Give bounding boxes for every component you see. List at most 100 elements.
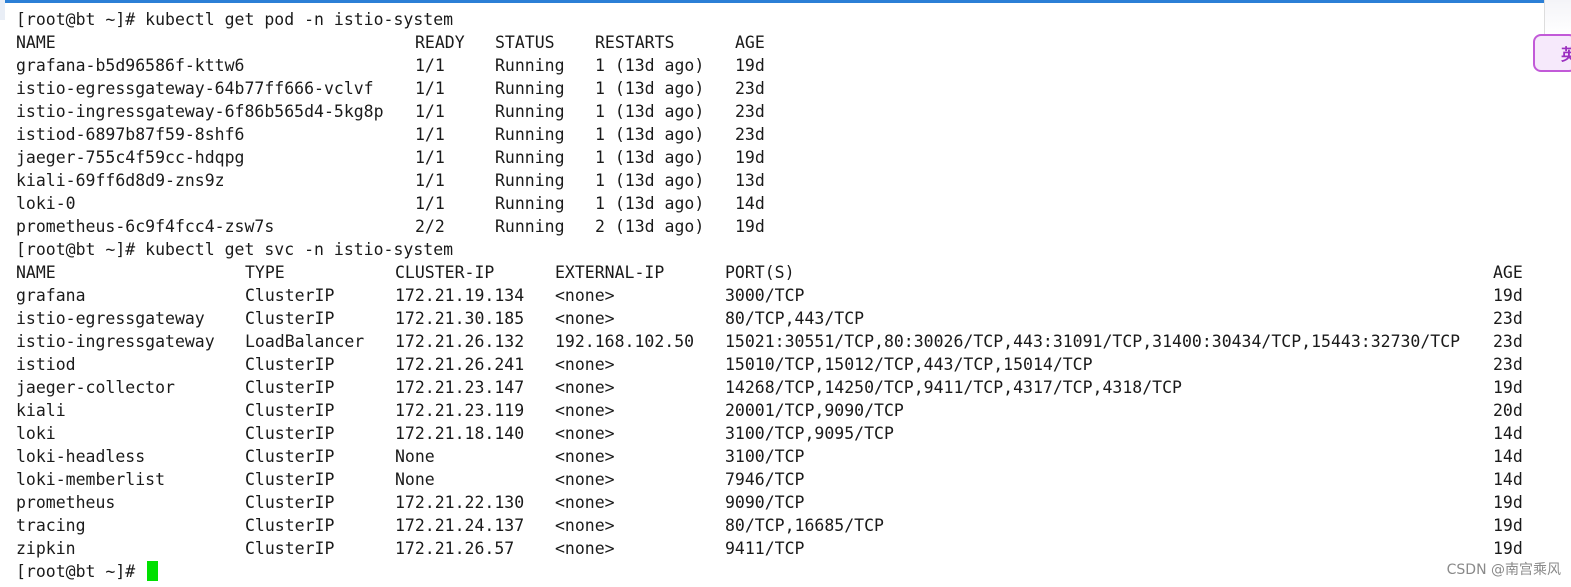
svc-cell-cip: 172.21.19.134 xyxy=(395,286,525,305)
pod-row: istio-ingressgateway-6f86b565d4-5kg8p 1/1… xyxy=(16,100,1571,123)
pod-cell-name: istiod-6897b87f59-8shf6 xyxy=(16,125,245,144)
pod-cell-restarts: 1 (13d ago) xyxy=(595,102,705,121)
svc-cell-cip: None xyxy=(395,447,435,466)
svc-cell-cip: 172.21.26.241 xyxy=(395,355,525,374)
svc-cell-name: loki-headless xyxy=(16,447,146,466)
svc-cell-eip: <none> xyxy=(555,516,615,535)
svc-cell-cip: 172.21.30.185 xyxy=(395,309,525,328)
ime-indicator[interactable]: 英 xyxy=(1533,34,1571,72)
terminal-output[interactable]: [root@bt ~]# kubectl get pod -n istio-sy… xyxy=(16,8,1571,583)
pod-cell-status: Running xyxy=(495,171,565,190)
pod-cell-age: 14d xyxy=(735,194,765,213)
pod-cell-restarts: 1 (13d ago) xyxy=(595,56,705,75)
svc-cell-ports: 3100/TCP xyxy=(725,447,805,466)
svc-cell-ports: 3100/TCP,9095/TCP xyxy=(725,424,894,443)
svc-cell-name: loki xyxy=(16,424,56,443)
svc-cell-ports: 15021:30551/TCP,80:30026/TCP,443:31091/T… xyxy=(725,332,1461,351)
pod-table-body: grafana-b5d96586f-kttw6 1/1 Running 1 (13d … xyxy=(16,54,1571,238)
svc-cell-eip: <none> xyxy=(555,539,615,558)
svc-cell-type: ClusterIP xyxy=(245,355,335,374)
svc-cell-cip: 172.21.23.147 xyxy=(395,378,525,397)
svc-cell-eip: <none> xyxy=(555,424,615,443)
svc-cell-name: loki-memberlist xyxy=(16,470,166,489)
svc-row: loki ClusterIP 172.21.18.140 <none> 3100/TCP… xyxy=(16,422,1571,445)
svc-cell-ports: 9411/TCP xyxy=(725,539,805,558)
pod-cell-status: Running xyxy=(495,79,565,98)
svc-cell-type: ClusterIP xyxy=(245,309,335,328)
prompt-text: [root@bt ~]# xyxy=(16,562,146,581)
svc-cell-name: jaeger-collector xyxy=(16,378,175,397)
terminal-cursor[interactable] xyxy=(147,561,159,581)
svc-table-header: NAME TYPE CLUSTER-IP EXTERNAL-IP PORT(S)… xyxy=(16,261,1571,284)
pod-cell-status: Running xyxy=(495,194,565,213)
pod-cell-ready: 1/1 xyxy=(415,148,445,167)
svc-cell-age: 19d xyxy=(1493,286,1523,305)
svc-cell-eip: <none> xyxy=(555,378,615,397)
pod-row: jaeger-755c4f59cc-hdqpg 1/1 Running 1 (13d … xyxy=(16,146,1571,169)
svc-cell-type: ClusterIP xyxy=(245,447,335,466)
svc-cell-type: ClusterIP xyxy=(245,286,335,305)
svc-cell-type: ClusterIP xyxy=(245,539,335,558)
svc-row: istiod ClusterIP 172.21.26.241 <none> 15010/… xyxy=(16,353,1571,376)
svc-cell-cip: 172.21.26.132 xyxy=(395,332,525,351)
svc-cell-ports: 9090/TCP xyxy=(725,493,805,512)
svc-cell-type: ClusterIP xyxy=(245,470,335,489)
svc-row: zipkin ClusterIP 172.21.26.57 <none> 9411/TC… xyxy=(16,537,1571,560)
svc-cell-cip: 172.21.26.57 xyxy=(395,539,515,558)
pod-cell-ready: 1/1 xyxy=(415,102,445,121)
svc-row: istio-egressgateway ClusterIP 172.21.30.18… xyxy=(16,307,1571,330)
active-prompt-line[interactable]: [root@bt ~]# xyxy=(16,560,1571,583)
pod-cell-status: Running xyxy=(495,217,565,236)
svc-cell-age: 19d xyxy=(1493,539,1523,558)
pod-col-restarts: RESTARTS xyxy=(595,33,675,52)
pod-row: istio-egressgateway-64b77ff666-vclvf 1/1 R… xyxy=(16,77,1571,100)
pod-cell-age: 19d xyxy=(735,148,765,167)
svc-cell-age: 14d xyxy=(1493,447,1523,466)
svc-cell-name: istio-egressgateway xyxy=(16,309,205,328)
svc-row: istio-ingressgateway LoadBalancer 172.21.2… xyxy=(16,330,1571,353)
pod-table-header: NAME READY STATUS RESTARTS AGE xyxy=(16,31,1571,54)
svc-col-type: TYPE xyxy=(245,263,285,282)
pod-col-name: NAME xyxy=(16,33,56,52)
svc-cell-eip: <none> xyxy=(555,401,615,420)
svc-row: prometheus ClusterIP 172.21.22.130 <none> 90… xyxy=(16,491,1571,514)
svc-cell-ports: 14268/TCP,14250/TCP,9411/TCP,4317/TCP,43… xyxy=(725,378,1182,397)
svc-cell-name: kiali xyxy=(16,401,66,420)
pod-cell-ready: 1/1 xyxy=(415,194,445,213)
svc-cell-eip: <none> xyxy=(555,355,615,374)
svc-cell-age: 23d xyxy=(1493,332,1523,351)
window-top-border xyxy=(0,0,1571,3)
svc-cell-cip: 172.21.23.119 xyxy=(395,401,525,420)
svc-cell-cip: None xyxy=(395,470,435,489)
svc-row: loki-memberlist ClusterIP None <none> 7946/T… xyxy=(16,468,1571,491)
pod-cell-ready: 2/2 xyxy=(415,217,445,236)
svc-row: loki-headless ClusterIP None <none> 3100/TCP… xyxy=(16,445,1571,468)
svc-cell-ports: 20001/TCP,9090/TCP xyxy=(725,401,904,420)
svc-cell-age: 14d xyxy=(1493,424,1523,443)
window-left-edge xyxy=(0,0,5,20)
svc-cell-name: istiod xyxy=(16,355,76,374)
svc-cell-eip: <none> xyxy=(555,493,615,512)
svc-cell-age: 19d xyxy=(1493,378,1523,397)
svc-cell-ports: 80/TCP,443/TCP xyxy=(725,309,865,328)
svc-cell-type: ClusterIP xyxy=(245,424,335,443)
pod-cell-status: Running xyxy=(495,56,565,75)
pod-cell-name: loki-0 xyxy=(16,194,76,213)
pod-cell-status: Running xyxy=(495,102,565,121)
pod-cell-name: kiali-69ff6d8d9-zns9z xyxy=(16,171,225,190)
pod-cell-name: istio-ingressgateway-6f86b565d4-5kg8p xyxy=(16,102,384,121)
svc-cell-cip: 172.21.24.137 xyxy=(395,516,525,535)
svc-cell-ports: 15010/TCP,15012/TCP,443/TCP,15014/TCP xyxy=(725,355,1093,374)
svc-row: kiali ClusterIP 172.21.23.119 <none> 20001/T… xyxy=(16,399,1571,422)
pod-row: loki-0 1/1 Running 1 (13d ago) 14d xyxy=(16,192,1571,215)
svc-cell-name: grafana xyxy=(16,286,86,305)
svc-row: grafana ClusterIP 172.21.19.134 <none> 3000/… xyxy=(16,284,1571,307)
pod-cell-restarts: 1 (13d ago) xyxy=(595,148,705,167)
svc-cell-cip: 172.21.18.140 xyxy=(395,424,525,443)
svc-cell-eip: <none> xyxy=(555,470,615,489)
svc-col-age: AGE xyxy=(1493,263,1523,282)
svc-cell-age: 19d xyxy=(1493,516,1523,535)
pod-col-ready: READY xyxy=(415,33,465,52)
svc-cell-ports: 7946/TCP xyxy=(725,470,805,489)
pod-cell-age: 13d xyxy=(735,171,765,190)
